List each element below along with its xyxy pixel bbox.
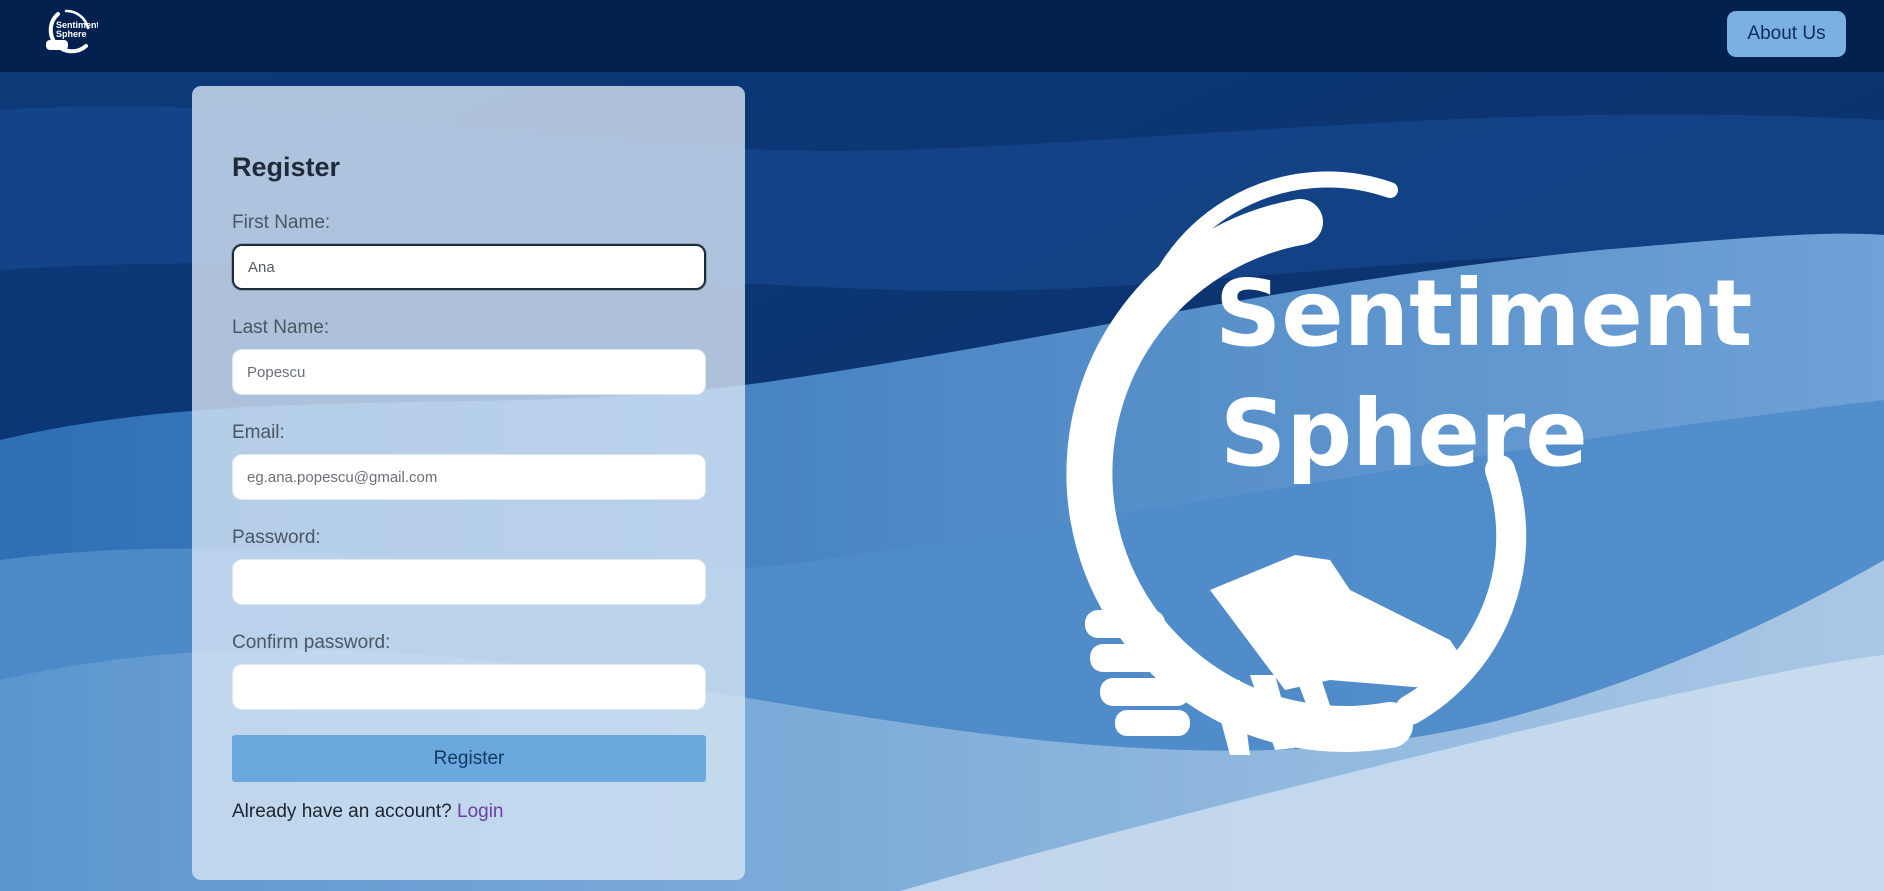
last-name-label: Last Name: xyxy=(232,317,330,338)
top-navbar: Sentiment Sphere About Us xyxy=(0,0,1884,72)
confirm-password-input[interactable] xyxy=(232,664,706,710)
first-name-input[interactable] xyxy=(232,244,706,290)
login-prompt-line: Already have an account? Login xyxy=(232,801,504,823)
hero-logo-line1: Sentiment xyxy=(1215,260,1752,367)
email-label: Email: xyxy=(232,422,285,443)
about-us-button[interactable]: About Us xyxy=(1727,11,1846,57)
page: Sentiment Sphere About Us Register First… xyxy=(0,0,1884,891)
last-name-input[interactable] xyxy=(232,349,706,395)
first-name-label: First Name: xyxy=(232,212,331,233)
login-prompt-text: Already have an account? xyxy=(232,801,452,822)
password-label: Password: xyxy=(232,527,321,548)
confirm-password-label: Confirm password: xyxy=(232,632,391,653)
email-input[interactable] xyxy=(232,454,706,500)
register-button[interactable]: Register xyxy=(232,735,706,782)
hero-logo-line2: Sphere xyxy=(1220,380,1588,487)
nav-logo-text-bottom: Sphere xyxy=(56,29,87,39)
password-input[interactable] xyxy=(232,559,706,605)
register-title: Register xyxy=(232,152,341,182)
sentiment-sphere-hero-logo: Sentiment Sphere xyxy=(1066,171,1752,755)
register-card: Register First Name: Last Name: Email: P… xyxy=(192,86,745,880)
sentiment-sphere-logo-small[interactable]: Sentiment Sphere xyxy=(36,8,98,58)
login-link[interactable]: Login xyxy=(457,801,504,822)
